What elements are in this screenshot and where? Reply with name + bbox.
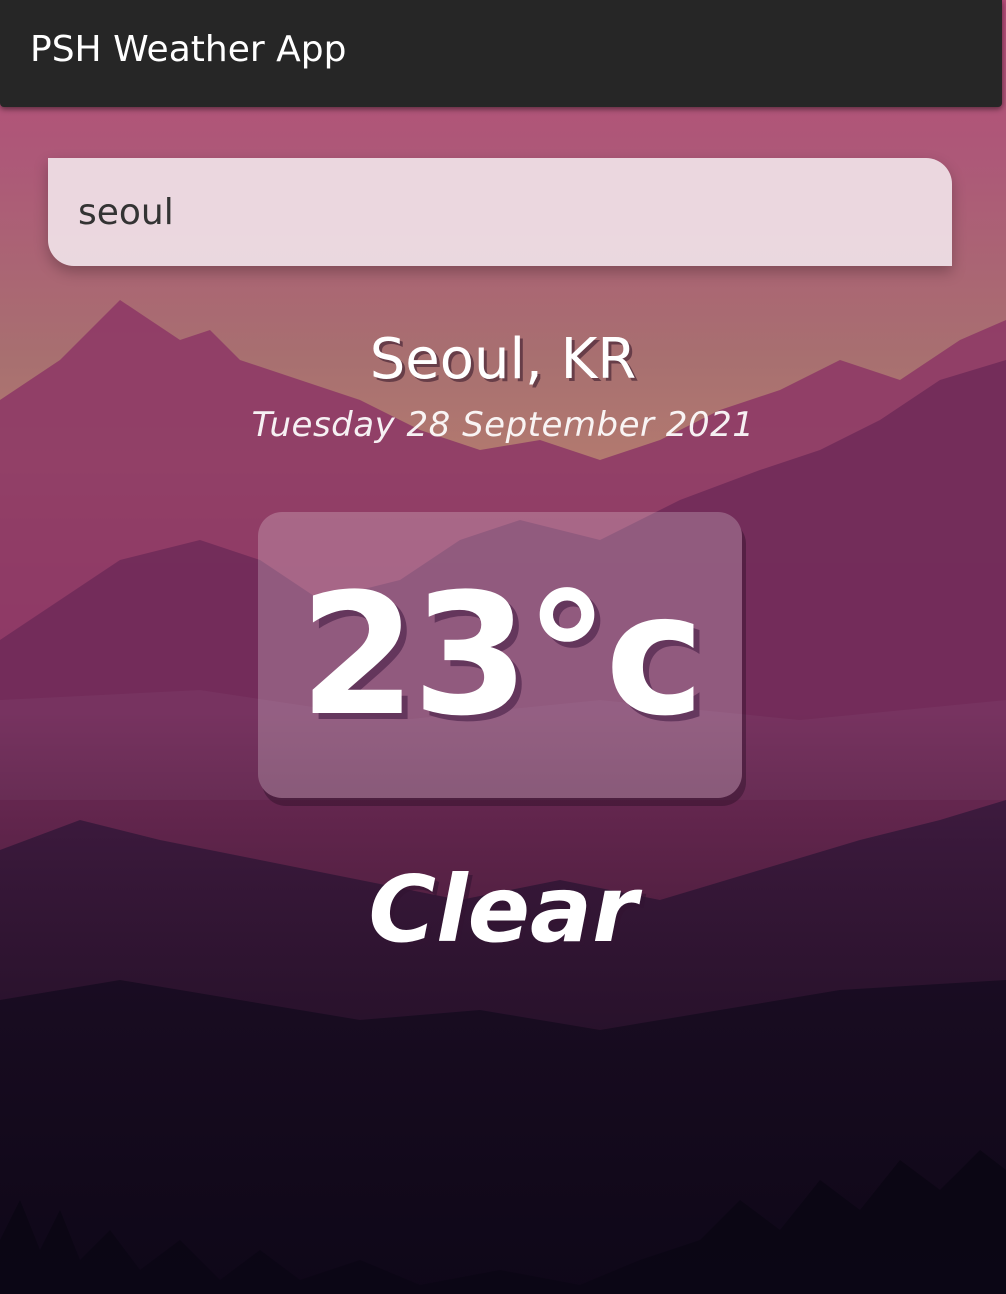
weather-condition: Clear: [368, 856, 638, 963]
location-name: Seoul, KR: [369, 327, 637, 392]
location-box: Seoul, KR Tuesday 28 September 2021: [0, 320, 1006, 448]
app-header: PSH Weather App: [0, 0, 1002, 107]
current-date: Tuesday 28 September 2021: [251, 405, 755, 445]
temperature-box: 23°c: [258, 512, 742, 798]
app-title: PSH Weather App: [30, 29, 347, 70]
search-input[interactable]: [48, 158, 952, 266]
weather-app: PSH Weather App Seoul, KR Tuesday 28 Sep…: [0, 0, 1006, 1294]
temperature-value: 23°c: [299, 557, 704, 753]
search-box: [48, 158, 952, 266]
